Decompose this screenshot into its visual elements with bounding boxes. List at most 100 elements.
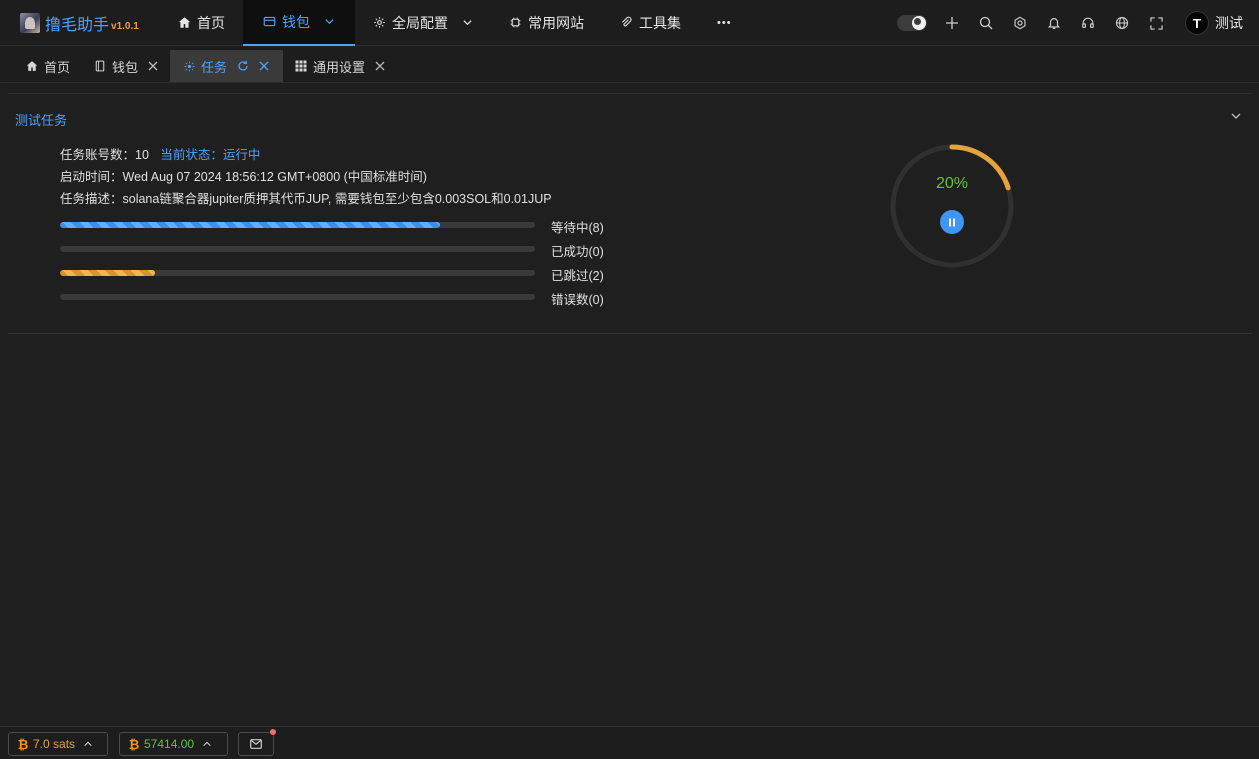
app-version: v1.0.1 xyxy=(111,21,139,32)
progress-fill xyxy=(60,270,155,276)
app-title: 撸毛助手 xyxy=(45,16,110,34)
plus-icon xyxy=(946,17,958,29)
btc-price-value: 57414.00 xyxy=(144,737,195,751)
nav-item-global-config[interactable]: 全局配置 xyxy=(355,0,491,46)
nav-item-tools[interactable]: 工具集 xyxy=(602,0,699,46)
bitcoin-icon: ₿ xyxy=(17,736,29,752)
add-button[interactable] xyxy=(935,0,969,46)
status-text: 当前状态：运行中 xyxy=(160,148,261,162)
globe-icon xyxy=(1115,16,1129,30)
close-icon[interactable] xyxy=(148,61,158,71)
nav-item-label: 钱包 xyxy=(282,13,310,30)
tab-home[interactable]: 首页 xyxy=(14,50,82,82)
progress-label: 已跳过(2) xyxy=(551,269,604,283)
notifications-button[interactable] xyxy=(1037,0,1071,46)
task-description: 任务描述：solana链聚合器jupiter质押其代币JUP, 需要钱包至少包含… xyxy=(60,192,552,206)
unread-badge xyxy=(270,729,276,735)
tab-label: 通用设置 xyxy=(313,59,366,75)
nav-item-label: 首页 xyxy=(197,14,225,31)
fullscreen-button[interactable] xyxy=(1139,0,1173,46)
gear-icon xyxy=(1014,16,1026,30)
progress-fill xyxy=(60,222,440,228)
chevron-down-icon[interactable] xyxy=(1230,110,1242,122)
more-icon: ••• xyxy=(717,16,732,29)
overall-progress-ring: 20% xyxy=(888,142,1016,270)
tab-label: 钱包 xyxy=(112,59,139,75)
user-name: 测试 xyxy=(1215,15,1243,31)
nav-item-home[interactable]: 首页 xyxy=(160,0,243,46)
nav-more-button[interactable]: ••• xyxy=(699,0,750,46)
paperclip-icon xyxy=(622,16,632,27)
progress-track xyxy=(60,222,535,228)
chevron-up-icon xyxy=(84,741,92,747)
nav-item-websites[interactable]: 常用网站 xyxy=(491,0,602,46)
progress-track xyxy=(60,270,535,276)
progress-percent: 20% xyxy=(935,175,969,192)
theme-toggle[interactable] xyxy=(897,15,927,31)
chevron-down-icon xyxy=(463,20,472,26)
fullscreen-icon xyxy=(1149,16,1163,30)
settings-button[interactable] xyxy=(1003,0,1037,46)
account-count-value: 10 xyxy=(135,148,149,162)
nav-item-label: 工具集 xyxy=(639,14,681,31)
brand[interactable]: 撸毛助手 v1.0.1 xyxy=(0,0,160,46)
grid-icon xyxy=(295,60,307,72)
task-info: 任务账号数：10 当前状态：运行中 启动时间：Wed Aug 07 2024 1… xyxy=(60,146,552,212)
search-icon xyxy=(979,16,993,30)
progress-track xyxy=(60,294,535,300)
tab-label: 任务 xyxy=(201,59,228,75)
user-menu[interactable]: T 测试 xyxy=(1185,11,1243,35)
bitcoin-icon: ₿ xyxy=(128,736,140,752)
search-button[interactable] xyxy=(969,0,1003,46)
status-footer: ₿ 7.0 sats ₿ 57414.00 xyxy=(0,726,1259,759)
gear-icon xyxy=(374,17,385,28)
tab-label: 首页 xyxy=(44,59,71,75)
progress-ring-svg xyxy=(890,144,1014,268)
chip-icon xyxy=(510,17,521,28)
tab-task[interactable]: 任务 xyxy=(170,50,284,82)
mail-icon xyxy=(250,739,262,749)
task-title[interactable]: 测试任务 xyxy=(15,110,67,129)
messages-button[interactable] xyxy=(238,732,274,756)
home-icon xyxy=(26,61,38,71)
progress-bars: 等待中(8) 已成功(0) 已跳过(2) 错误数(0) xyxy=(60,218,620,314)
chevron-up-icon xyxy=(203,741,211,747)
progress-label: 等待中(8) xyxy=(551,221,604,235)
headset-icon xyxy=(1082,17,1094,28)
close-icon[interactable] xyxy=(259,61,269,71)
sun-icon xyxy=(184,60,195,72)
tab-wallet[interactable]: 钱包 xyxy=(82,50,170,82)
progress-label: 已成功(0) xyxy=(551,245,604,259)
header-actions: T 测试 xyxy=(897,0,1243,46)
sats-value: 7.0 sats xyxy=(33,737,76,751)
avatar: T xyxy=(1185,11,1209,35)
wallet-icon xyxy=(263,16,276,27)
progress-row-waiting: 等待中(8) xyxy=(60,218,620,242)
btc-price-button[interactable]: ₿ 57414.00 xyxy=(119,732,228,756)
language-button[interactable] xyxy=(1105,0,1139,46)
app-logo xyxy=(20,12,40,33)
pause-button[interactable] xyxy=(940,210,964,234)
start-time: 启动时间：Wed Aug 07 2024 18:56:12 GMT+0800 (… xyxy=(60,170,427,184)
home-icon xyxy=(178,17,191,28)
progress-label: 错误数(0) xyxy=(551,293,604,307)
chevron-down-icon xyxy=(325,19,334,25)
nav-item-label: 常用网站 xyxy=(528,14,584,31)
support-button[interactable] xyxy=(1071,0,1105,46)
tab-bar: 首页 钱包 任务 通用设置 xyxy=(0,47,1259,83)
top-header: 撸毛助手 v1.0.1 首页 钱包 全局配置 常用网站 工具集 ••• T 测试 xyxy=(0,0,1259,46)
sats-fee-button[interactable]: ₿ 7.0 sats xyxy=(8,732,108,756)
tab-general-settings[interactable]: 通用设置 xyxy=(283,50,397,82)
refresh-icon[interactable] xyxy=(237,60,249,72)
progress-row-skipped: 已跳过(2) xyxy=(60,266,620,290)
progress-track xyxy=(60,246,535,252)
progress-row-success: 已成功(0) xyxy=(60,242,620,266)
bell-icon xyxy=(1047,18,1061,29)
notebook-icon xyxy=(95,60,105,72)
main-nav: 首页 钱包 全局配置 常用网站 工具集 ••• xyxy=(160,0,750,46)
nav-item-label: 全局配置 xyxy=(392,14,448,31)
account-count-label: 任务账号数： xyxy=(60,148,136,162)
nav-item-wallet[interactable]: 钱包 xyxy=(243,0,355,46)
close-icon[interactable] xyxy=(375,61,385,71)
theme-toggle-knob xyxy=(912,16,926,30)
